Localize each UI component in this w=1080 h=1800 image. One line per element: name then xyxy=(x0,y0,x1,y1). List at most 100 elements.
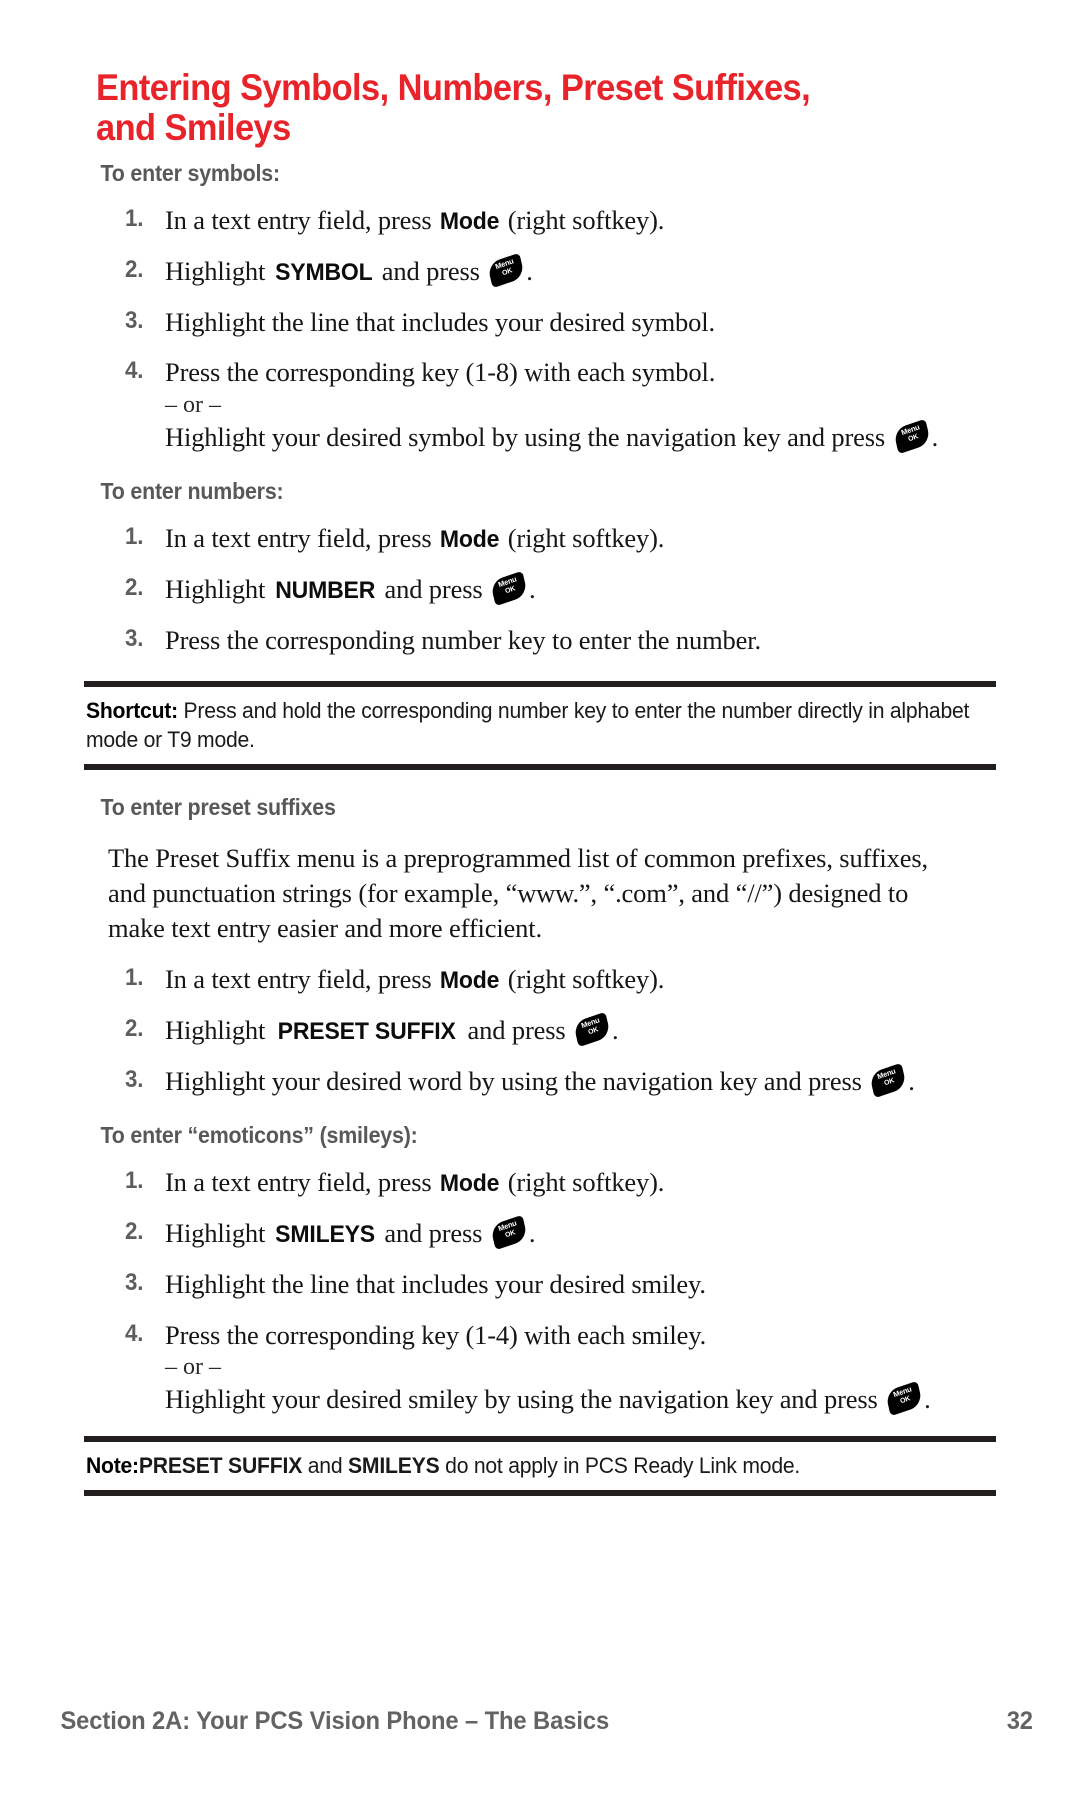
alternative-step-text: Highlight your desired symbol by using t… xyxy=(0,418,1080,454)
steps-list-symbols: 1. In a text entry field, press Mode (ri… xyxy=(0,203,1080,454)
key-shape xyxy=(869,1062,908,1099)
list-item: 4. Press the corresponding key (1-8) wit… xyxy=(0,355,1080,389)
menu-ok-key-icon: Menu OK xyxy=(885,1380,924,1417)
menu-option-term: SYMBOL xyxy=(274,258,373,286)
step-text: In a text entry field, press Mode (right… xyxy=(165,521,1080,556)
key-shape xyxy=(885,1380,924,1417)
list-item: 3. Highlight the line that includes your… xyxy=(0,305,1080,339)
step-text-post: (right softkey). xyxy=(501,205,665,235)
step-text-tail: . xyxy=(908,1066,915,1097)
section-heading-symbols: To enter symbols: xyxy=(100,160,280,186)
step-text-post: and press xyxy=(375,255,487,286)
step-text: Press the corresponding number key to en… xyxy=(165,624,761,655)
shortcut-label: Shortcut: xyxy=(86,698,178,724)
step-number: 2. xyxy=(125,1218,144,1246)
step-text: Highlight the line that includes your de… xyxy=(165,1269,706,1300)
key-shape xyxy=(490,570,528,607)
step-number: 3. xyxy=(125,624,144,652)
note-label: Note: xyxy=(86,1453,139,1479)
note-callout-text: Note:PRESET SUFFIX and SMILEYS do not ap… xyxy=(86,1451,989,1480)
page-footer: Section 2A: Your PCS Vision Phone – The … xyxy=(46,1707,1034,1736)
list-item: 1. In a text entry field, press Mode (ri… xyxy=(0,1165,1080,1200)
step-text-post: (right softkey). xyxy=(501,1167,665,1198)
list-item: 2. Highlight NUMBER and press Menu OK. xyxy=(0,570,1080,607)
note-term-preset-suffix: PRESET SUFFIX xyxy=(138,1453,303,1479)
menu-ok-key-icon: Menu OK xyxy=(489,1215,528,1251)
menu-option-term: PRESET SUFFIX xyxy=(277,1018,456,1046)
step-text-pre: Highlight xyxy=(165,255,272,286)
softkey-term: Mode xyxy=(439,1170,500,1198)
step-text-tail: . xyxy=(528,1218,536,1249)
section-heading-numbers: To enter numbers: xyxy=(100,478,284,504)
step-number: 2. xyxy=(125,255,144,283)
step-text-tail: . xyxy=(612,1015,619,1046)
step-text: Highlight PRESET SUFFIX and press Menu OK… xyxy=(165,1011,1080,1048)
list-item: 2. Highlight SYMBOL and press Menu OK. xyxy=(0,252,1080,289)
page-title: Entering Symbols, Numbers, Preset Suffix… xyxy=(96,67,811,148)
step-text: Highlight your desired word by using the… xyxy=(165,1062,1080,1099)
alternative-separator: – or – xyxy=(165,1354,221,1381)
list-item: 4. Press the corresponding key (1-4) wit… xyxy=(0,1318,1080,1352)
list-item: 2. Highlight SMILEYS and press Menu OK. xyxy=(0,1215,1080,1251)
menu-option-term: NUMBER xyxy=(274,576,375,604)
alternative-step-text: Highlight your desired smiley by using t… xyxy=(0,1380,1080,1417)
alternative-step-pre: Highlight your desired symbol by using t… xyxy=(165,421,892,452)
alternative-step-tail: . xyxy=(931,421,939,452)
menu-ok-key-icon: Menu OK xyxy=(490,570,528,607)
manual-page: Entering Symbols, Numbers, Preset Suffix… xyxy=(0,0,1080,1800)
key-shape xyxy=(892,418,931,454)
step-text-pre: Highlight your desired word by using the… xyxy=(165,1066,869,1097)
steps-list-preset-suffixes: 1. In a text entry field, press Mode (ri… xyxy=(0,962,1080,1099)
step-text-pre: In a text entry field, press xyxy=(165,964,439,995)
steps-list-numbers: 1. In a text entry field, press Mode (ri… xyxy=(0,521,1080,657)
step-text-pre: In a text entry field, press xyxy=(165,523,439,553)
step-text: Press the corresponding key (1-4) with e… xyxy=(165,1319,707,1350)
step-number: 1. xyxy=(125,964,144,992)
footer-section-label: Section 2A: Your PCS Vision Phone – The … xyxy=(60,1707,610,1735)
step-text-pre: Highlight xyxy=(165,1218,272,1249)
note-term-smileys: SMILEYS xyxy=(348,1453,440,1479)
section-heading-preset-suffixes: To enter preset suffixes xyxy=(100,793,336,820)
step-text-tail: . xyxy=(526,255,533,286)
note-callout: Note:PRESET SUFFIX and SMILEYS do not ap… xyxy=(84,1436,996,1496)
list-item: 1. In a text entry field, press Mode (ri… xyxy=(0,962,1080,997)
list-item: 2. Highlight PRESET SUFFIX and press Men… xyxy=(0,1011,1080,1048)
shortcut-body: Press and hold the corresponding number … xyxy=(86,698,970,753)
step-text-pre: Highlight xyxy=(165,573,272,604)
list-item: 1. In a text entry field, press Mode (ri… xyxy=(0,521,1080,556)
alternative-step-tail: . xyxy=(924,1384,931,1415)
step-text-post: (right softkey). xyxy=(501,964,665,995)
menu-ok-key-icon: Menu OK xyxy=(573,1011,611,1048)
menu-option-term: SMILEYS xyxy=(274,1221,375,1249)
step-number: 2. xyxy=(125,573,144,601)
step-text: Highlight SYMBOL and press Menu OK. xyxy=(165,252,1080,289)
menu-ok-key-icon: Menu OK xyxy=(892,418,931,454)
alternative-step-pre: Highlight your desired smiley by using t… xyxy=(165,1384,885,1415)
softkey-term: Mode xyxy=(439,208,500,235)
shortcut-callout-text: Shortcut: Press and hold the correspondi… xyxy=(86,696,989,755)
step-number: 1. xyxy=(125,205,144,232)
step-text-post: and press xyxy=(378,573,489,604)
step-number: 1. xyxy=(125,523,144,550)
note-body: do not apply in PCS Ready Link mode. xyxy=(439,1453,801,1479)
step-number: 4. xyxy=(125,1319,144,1347)
step-text: In a text entry field, press Mode (right… xyxy=(165,962,1080,997)
step-text: Press the corresponding key (1-8) with e… xyxy=(165,357,716,388)
step-number: 4. xyxy=(125,357,144,385)
step-text-pre: In a text entry field, press xyxy=(165,205,439,235)
alternative-separator: – or – xyxy=(165,391,221,418)
list-item: 3. Highlight your desired word by using … xyxy=(0,1062,1080,1099)
step-text: In a text entry field, press Mode (right… xyxy=(165,1165,1080,1200)
key-shape xyxy=(573,1011,611,1048)
step-text-pre: Highlight xyxy=(165,1015,272,1046)
step-text-post: and press xyxy=(461,1015,573,1046)
key-shape xyxy=(487,252,526,289)
shortcut-callout: Shortcut: Press and hold the correspondi… xyxy=(84,681,996,770)
key-shape xyxy=(489,1215,528,1251)
step-text: In a text entry field, press Mode (right… xyxy=(165,203,1080,238)
step-text-post: (right softkey). xyxy=(501,523,665,553)
step-text: Highlight SMILEYS and press Menu OK. xyxy=(165,1215,1080,1251)
step-text: Highlight the line that includes your de… xyxy=(165,306,715,337)
step-number: 3. xyxy=(125,1066,144,1094)
softkey-term: Mode xyxy=(439,526,500,553)
